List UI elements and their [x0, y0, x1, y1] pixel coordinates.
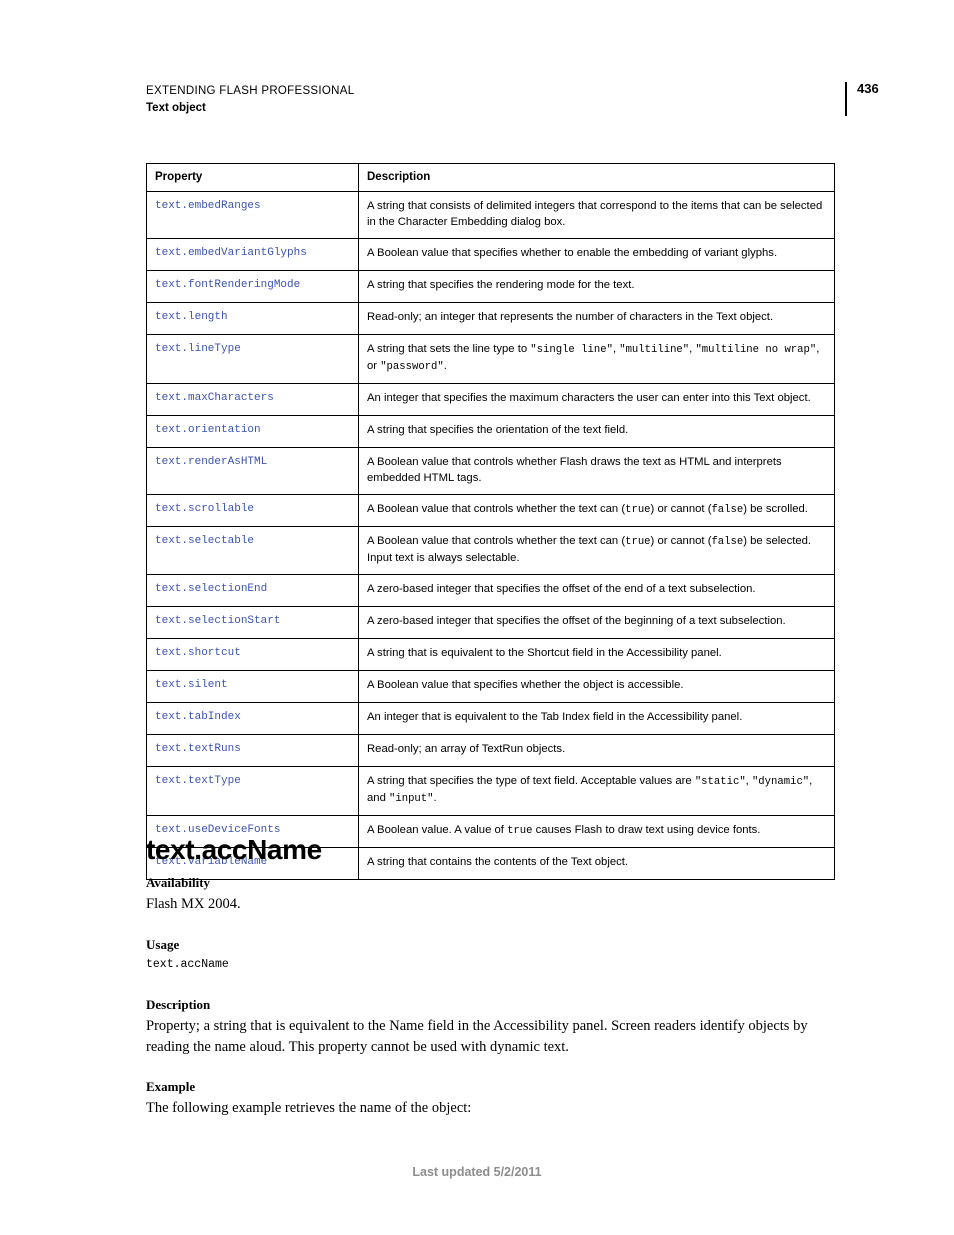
table-row: text.lineType A string that sets the line…: [146, 334, 835, 384]
property-name-cell[interactable]: text.shortcut: [146, 638, 359, 671]
table-row: text.tabIndex An integer that is equivale…: [146, 702, 835, 735]
property-name-cell[interactable]: text.embedVariantGlyphs: [146, 238, 359, 271]
property-description-cell: A Boolean value that specifies whether t…: [358, 238, 835, 271]
page-footer: Last updated 5/2/2011: [412, 1165, 542, 1179]
property-description-cell: An integer that is equivalent to the Tab…: [358, 702, 835, 735]
table-row: text.embedRanges A string that consists o…: [146, 191, 835, 239]
example-block: Example The following example retrieves …: [146, 1078, 834, 1119]
property-description-cell: A string that specifies the rendering mo…: [358, 270, 835, 303]
inline-code: "password": [380, 361, 444, 373]
example-heading: Example: [146, 1079, 196, 1094]
availability-block: Availability Flash MX 2004.: [146, 874, 834, 915]
table-row: text.textType A string that specifies the…: [146, 766, 835, 816]
inline-code: "single line": [530, 344, 613, 356]
property-name-cell[interactable]: text.embedRanges: [146, 191, 359, 239]
property-description-cell: A Boolean value that controls whether th…: [358, 526, 835, 575]
property-description-cell: Read-only; an integer that represents th…: [358, 302, 835, 335]
property-name-cell[interactable]: text.orientation: [146, 415, 359, 448]
property-name-cell[interactable]: text.tabIndex: [146, 702, 359, 735]
property-description-cell: A string that specifies the orientation …: [358, 415, 835, 448]
column-header-property: Property: [146, 163, 359, 192]
property-name-cell[interactable]: text.length: [146, 302, 359, 335]
property-name-cell[interactable]: text.selectionStart: [146, 606, 359, 639]
property-name-cell[interactable]: text.textRuns: [146, 734, 359, 767]
table-row: text.maxCharacters An integer that specif…: [146, 383, 835, 416]
description-body: Property; a string that is equivalent to…: [146, 1018, 808, 1055]
property-name-cell[interactable]: text.renderAsHTML: [146, 447, 359, 495]
property-description-cell: A Boolean value. A value of true causes …: [358, 815, 835, 848]
property-name-cell[interactable]: text.lineType: [146, 334, 359, 384]
property-name-cell[interactable]: text.maxCharacters: [146, 383, 359, 416]
description-heading: Description: [146, 997, 211, 1012]
inline-code: "input": [389, 793, 434, 805]
usage-code: text.accName: [146, 958, 229, 971]
table-header-row: Property Description: [146, 163, 835, 192]
inline-code: true: [625, 504, 651, 516]
usage-heading: Usage: [146, 937, 180, 952]
availability-body: Flash MX 2004.: [146, 896, 241, 912]
property-description-cell: A string that is equivalent to the Short…: [358, 638, 835, 671]
property-description-cell: An integer that specifies the maximum ch…: [358, 383, 835, 416]
table-row: text.scrollable A Boolean value that cont…: [146, 494, 835, 527]
property-name-cell[interactable]: text.selectionEnd: [146, 574, 359, 607]
property-description-cell: A Boolean value that controls whether th…: [358, 494, 835, 527]
inline-code: false: [711, 504, 744, 516]
document-page: EXTENDING FLASH PROFESSIONAL Text object…: [0, 0, 954, 1235]
table-row: text.shortcut A string that is equivalent…: [146, 638, 835, 671]
table-row: text.selectionStart A zero-based integer …: [146, 606, 835, 639]
inline-code: true: [625, 536, 651, 548]
inline-code: "multiline no wrap": [695, 344, 817, 356]
header-section-name: Text object: [146, 102, 206, 114]
inline-code: "multiline": [619, 344, 690, 356]
property-name-cell[interactable]: text.textType: [146, 766, 359, 816]
example-body: The following example retrieves the name…: [146, 1100, 472, 1116]
table-row: text.fontRenderingMode A string that spec…: [146, 270, 835, 303]
description-block: Description Property; a string that is e…: [146, 996, 834, 1058]
column-header-description: Description: [358, 163, 835, 192]
table-row: text.silent A Boolean value that specifie…: [146, 670, 835, 703]
page-title: text.accName: [146, 833, 322, 865]
property-description-cell: A Boolean value that specifies whether t…: [358, 670, 835, 703]
inline-code: true: [507, 825, 533, 837]
inline-code: "static": [694, 776, 746, 788]
table-row: text.selectionEnd A zero-based integer th…: [146, 574, 835, 607]
table-row: text.selectable A Boolean value that cont…: [146, 526, 835, 575]
page-number: 436: [857, 81, 879, 96]
property-description-cell: Read-only; an array of TextRun objects.: [358, 734, 835, 767]
property-description-cell: A string that sets the line type to "sin…: [358, 334, 835, 384]
property-table: Property Description text.embedRanges A s…: [146, 163, 835, 880]
property-description-cell: A string that consists of delimited inte…: [358, 191, 835, 239]
table-row: text.embedVariantGlyphs A Boolean value t…: [146, 238, 835, 271]
property-description-cell: A string that specifies the type of text…: [358, 766, 835, 816]
property-description-cell: A Boolean value that controls whether Fl…: [358, 447, 835, 495]
table-row: text.renderAsHTML A Boolean value that co…: [146, 447, 835, 495]
property-name-cell[interactable]: text.scrollable: [146, 494, 359, 527]
table-row: text.textRuns Read-only; an array of Text…: [146, 734, 835, 767]
page-number-rule: 436: [845, 82, 879, 116]
property-description-cell: A zero-based integer that specifies the …: [358, 606, 835, 639]
inline-code: false: [711, 536, 744, 548]
property-description-cell: A zero-based integer that specifies the …: [358, 574, 835, 607]
property-name-cell[interactable]: text.silent: [146, 670, 359, 703]
property-name-cell[interactable]: text.fontRenderingMode: [146, 270, 359, 303]
header-product-line: EXTENDING FLASH PROFESSIONAL: [146, 85, 355, 97]
property-name-cell[interactable]: text.selectable: [146, 526, 359, 575]
table-row: text.orientation A string that specifies …: [146, 415, 835, 448]
table-row: text.length Read-only; an integer that re…: [146, 302, 835, 335]
inline-code: "dynamic": [751, 776, 810, 788]
usage-block: Usage text.accName: [146, 936, 834, 973]
running-header: EXTENDING FLASH PROFESSIONAL Text object: [146, 84, 834, 116]
availability-heading: Availability: [146, 875, 211, 890]
